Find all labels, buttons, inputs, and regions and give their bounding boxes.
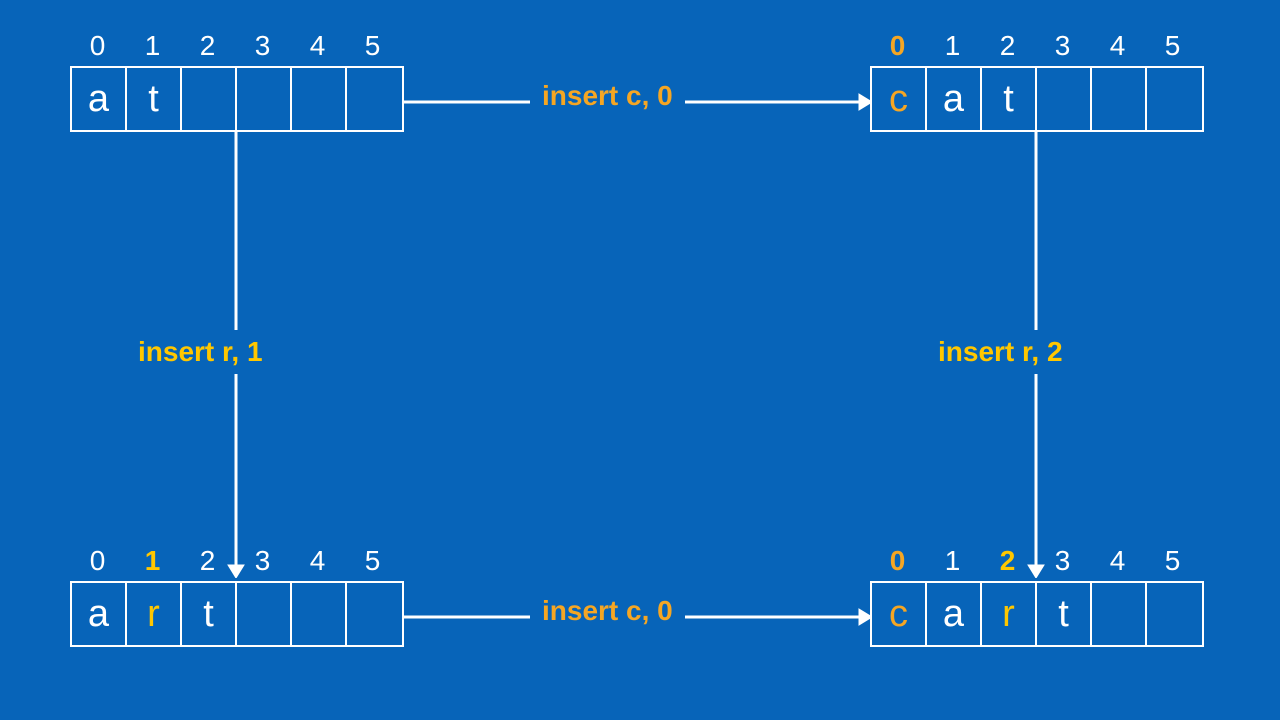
cells-row: at [70,66,404,132]
op-label-top: insert c, 0 [530,80,685,112]
index-label: 0 [870,545,925,577]
cell: a [72,68,127,130]
index-label: 0 [870,30,925,62]
index-label: 1 [125,545,180,577]
cells-row: cat [870,66,1204,132]
index-label: 3 [1035,30,1090,62]
cell [1037,68,1092,130]
index-label: 1 [925,545,980,577]
array-top-left: 012345 at [70,30,404,132]
index-label: 0 [70,30,125,62]
cell: c [872,68,927,130]
indices-row: 012345 [70,30,404,62]
cell [347,583,402,645]
cell: t [127,68,182,130]
op-label-left: insert r, 1 [138,330,263,374]
indices-row: 012345 [870,30,1204,62]
index-label: 2 [980,30,1035,62]
index-label: 5 [345,30,400,62]
cell: t [1037,583,1092,645]
index-label: 5 [1145,545,1200,577]
cell: t [182,583,237,645]
cell [1092,68,1147,130]
cell [1092,583,1147,645]
cells-row: art [70,581,404,647]
index-label: 0 [70,545,125,577]
cell: a [927,68,982,130]
index-label: 5 [1145,30,1200,62]
index-label: 4 [290,545,345,577]
index-label: 5 [345,545,400,577]
index-label: 2 [180,30,235,62]
index-label: 1 [925,30,980,62]
op-label-bottom: insert c, 0 [530,595,685,627]
index-label: 4 [290,30,345,62]
cell [292,68,347,130]
cell: r [982,583,1037,645]
cell: t [982,68,1037,130]
cell [237,68,292,130]
cell [292,583,347,645]
cell: a [72,583,127,645]
cells-row: cart [870,581,1204,647]
cell: a [927,583,982,645]
cell: c [872,583,927,645]
op-label-right: insert r, 2 [938,330,1063,374]
index-label: 4 [1090,545,1145,577]
cell [1147,68,1202,130]
cell [1147,583,1202,645]
cell [182,68,237,130]
cell: r [127,583,182,645]
index-label: 4 [1090,30,1145,62]
index-label: 1 [125,30,180,62]
cell [237,583,292,645]
index-label: 3 [235,30,290,62]
array-top-right: 012345 cat [870,30,1204,132]
cell [347,68,402,130]
